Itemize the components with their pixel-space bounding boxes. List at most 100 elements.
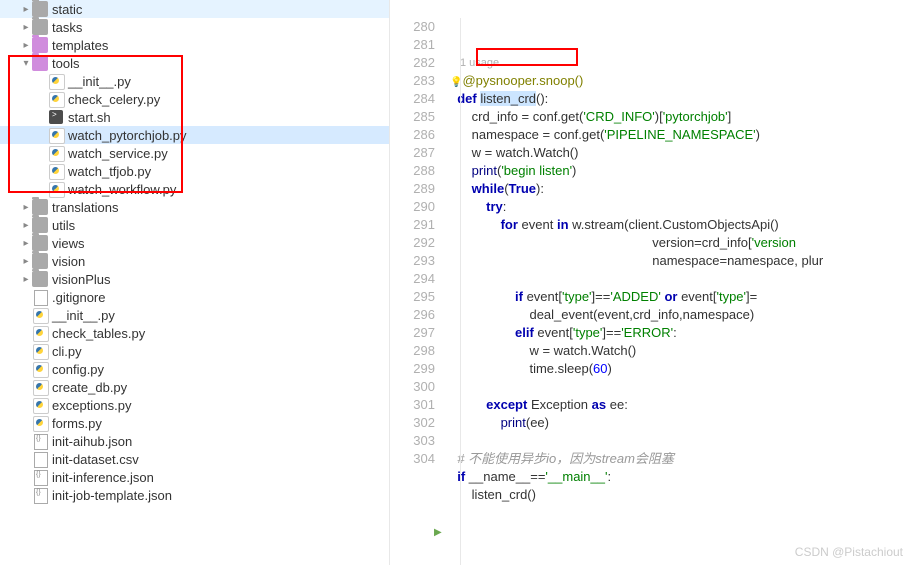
tree-item--gitignore[interactable]: .gitignore [0,288,389,306]
code-line-283[interactable]: namespace = conf.get('PIPELINE_NAMESPACE… [450,126,913,144]
py-icon [48,163,64,179]
line-gutter: 2802812822832842852862872882892902912922… [390,0,450,565]
tree-item-label: __init__.py [52,308,115,323]
tree-item---init---py[interactable]: __init__.py [0,72,389,90]
json-icon [32,487,48,503]
code-line-289[interactable]: version=crd_info['version [450,234,913,252]
code-line-304[interactable] [450,504,913,522]
code-editor[interactable]: 2802812822832842852862872882892902912922… [390,0,913,565]
line-number: 291 [390,216,435,234]
run-gutter-icon[interactable]: ▶ [434,527,442,538]
project-tree[interactable]: ▸static▸tasks▸templates▾tools__init__.py… [0,0,390,565]
tree-item-check-celery-py[interactable]: check_celery.py [0,90,389,108]
code-line-295[interactable]: w = watch.Watch() [450,342,913,360]
expand-arrow-icon[interactable]: ▾ [20,58,32,69]
line-number: 296 [390,306,435,324]
code-line-301[interactable]: # 不能使用异步io，因为stream会阻塞 [450,450,913,468]
tree-item---init---py[interactable]: __init__.py [0,306,389,324]
line-number: 287 [390,144,435,162]
py-icon [48,145,64,161]
tree-item-static[interactable]: ▸static [0,0,389,18]
code-line-296[interactable]: time.sleep(60) [450,360,913,378]
tree-item-init-dataset-csv[interactable]: init-dataset.csv [0,450,389,468]
tree-item-label: init-job-template.json [52,488,172,503]
code-line-284[interactable]: w = watch.Watch() [450,144,913,162]
line-number: 293 [390,252,435,270]
expand-arrow-icon[interactable]: ▸ [20,256,32,267]
expand-arrow-icon[interactable]: ▸ [20,4,32,15]
tree-item-watch-pytorchjob-py[interactable]: watch_pytorchjob.py [0,126,389,144]
tree-item-utils[interactable]: ▸ utils [0,216,389,234]
watermark: CSDN @Pistachiout [795,545,903,559]
code-line-299[interactable]: print(ee) [450,414,913,432]
json-icon [32,433,48,449]
tree-item-translations[interactable]: ▸ translations [0,198,389,216]
tree-item-label: translations [52,200,118,215]
tree-item-vision[interactable]: ▸ vision [0,252,389,270]
tree-item-start-sh[interactable]: start.sh [0,108,389,126]
expand-arrow-icon[interactable]: ▸ [20,202,32,213]
tree-item-exceptions-py[interactable]: exceptions.py [0,396,389,414]
expand-arrow-icon[interactable]: ▸ [20,220,32,231]
py-icon [32,325,48,341]
line-number: 281 [390,36,435,54]
line-number: 302 [390,414,435,432]
folder-icon [32,235,48,251]
tree-item-label: tasks [52,20,82,35]
tree-item-views[interactable]: ▸views [0,234,389,252]
expand-arrow-icon[interactable]: ▸ [20,22,32,33]
tree-item-templates[interactable]: ▸templates [0,36,389,54]
expand-arrow-icon[interactable]: ▸ [20,238,32,249]
tree-item-watch-service-py[interactable]: watch_service.py [0,144,389,162]
line-number: 292 [390,234,435,252]
code-line-286[interactable]: while(True): [450,180,913,198]
code-line-288[interactable]: for event in w.stream(client.CustomObjec… [450,216,913,234]
expand-arrow-icon[interactable]: ▸ [20,274,32,285]
tree-item-config-py[interactable]: config.py [0,360,389,378]
code-line-303[interactable]: listen_crd() [450,486,913,504]
code-line-285[interactable]: print('begin listen') [450,162,913,180]
tree-item-forms-py[interactable]: forms.py [0,414,389,432]
csv-icon [32,451,48,467]
line-number: 294 [390,270,435,288]
tree-item-visionPlus[interactable]: ▸visionPlus [0,270,389,288]
tree-item-label: __init__.py [68,74,131,89]
tree-item-check-tables-py[interactable]: check_tables.py [0,324,389,342]
tree-item-cli-py[interactable]: cli.py [0,342,389,360]
tree-item-watch-tfjob-py[interactable]: watch_tfjob.py [0,162,389,180]
tree-item-tasks[interactable]: ▸ tasks [0,18,389,36]
code-line-300[interactable] [450,432,913,450]
line-number: 288 [390,162,435,180]
tree-item-watch-workflow-py[interactable]: watch_workflow.py [0,180,389,198]
code-line-280[interactable]: 💡@pysnooper.snoop() [450,72,913,90]
py-icon [48,127,64,143]
code-line-302[interactable]: if __name__=='__main__': [450,468,913,486]
code-line-291[interactable] [450,270,913,288]
code-area[interactable]: 1 usage💡@pysnooper.snoop() def listen_cr… [450,0,913,565]
tree-item-label: utils [52,218,75,233]
code-line-282[interactable]: crd_info = conf.get('CRD_INFO')['pytorch… [450,108,913,126]
line-number: 303 [390,432,435,450]
tree-item-init-job-template-json[interactable]: init-job-template.json [0,486,389,504]
code-line-298[interactable]: except Exception as ee: [450,396,913,414]
tree-item-label: vision [52,254,85,269]
code-line-297[interactable] [450,378,913,396]
expand-arrow-icon[interactable]: ▸ [20,40,32,51]
tree-item-create-db-py[interactable]: create_db.py [0,378,389,396]
line-number: 299 [390,360,435,378]
line-number: 283 [390,72,435,90]
code-line-287[interactable]: try: [450,198,913,216]
tree-item-label: exceptions.py [52,398,132,413]
code-line-294[interactable]: elif event['type']=='ERROR': [450,324,913,342]
tree-item-init-inference-json[interactable]: init-inference.json [0,468,389,486]
code-line-290[interactable]: namespace=namespace, plur [450,252,913,270]
code-line-293[interactable]: deal_event(event,crd_info,namespace) [450,306,913,324]
tree-item-tools[interactable]: ▾tools [0,54,389,72]
code-line-281[interactable]: def listen_crd(): [450,90,913,108]
tree-item-init-aihub-json[interactable]: init-aihub.json [0,432,389,450]
folder-icon [32,19,48,35]
folder-open-icon [32,37,48,53]
code-line-292[interactable]: if event['type']=='ADDED' or event['type… [450,288,913,306]
tree-item-label: start.sh [68,110,111,125]
tree-item-label: init-dataset.csv [52,452,139,467]
